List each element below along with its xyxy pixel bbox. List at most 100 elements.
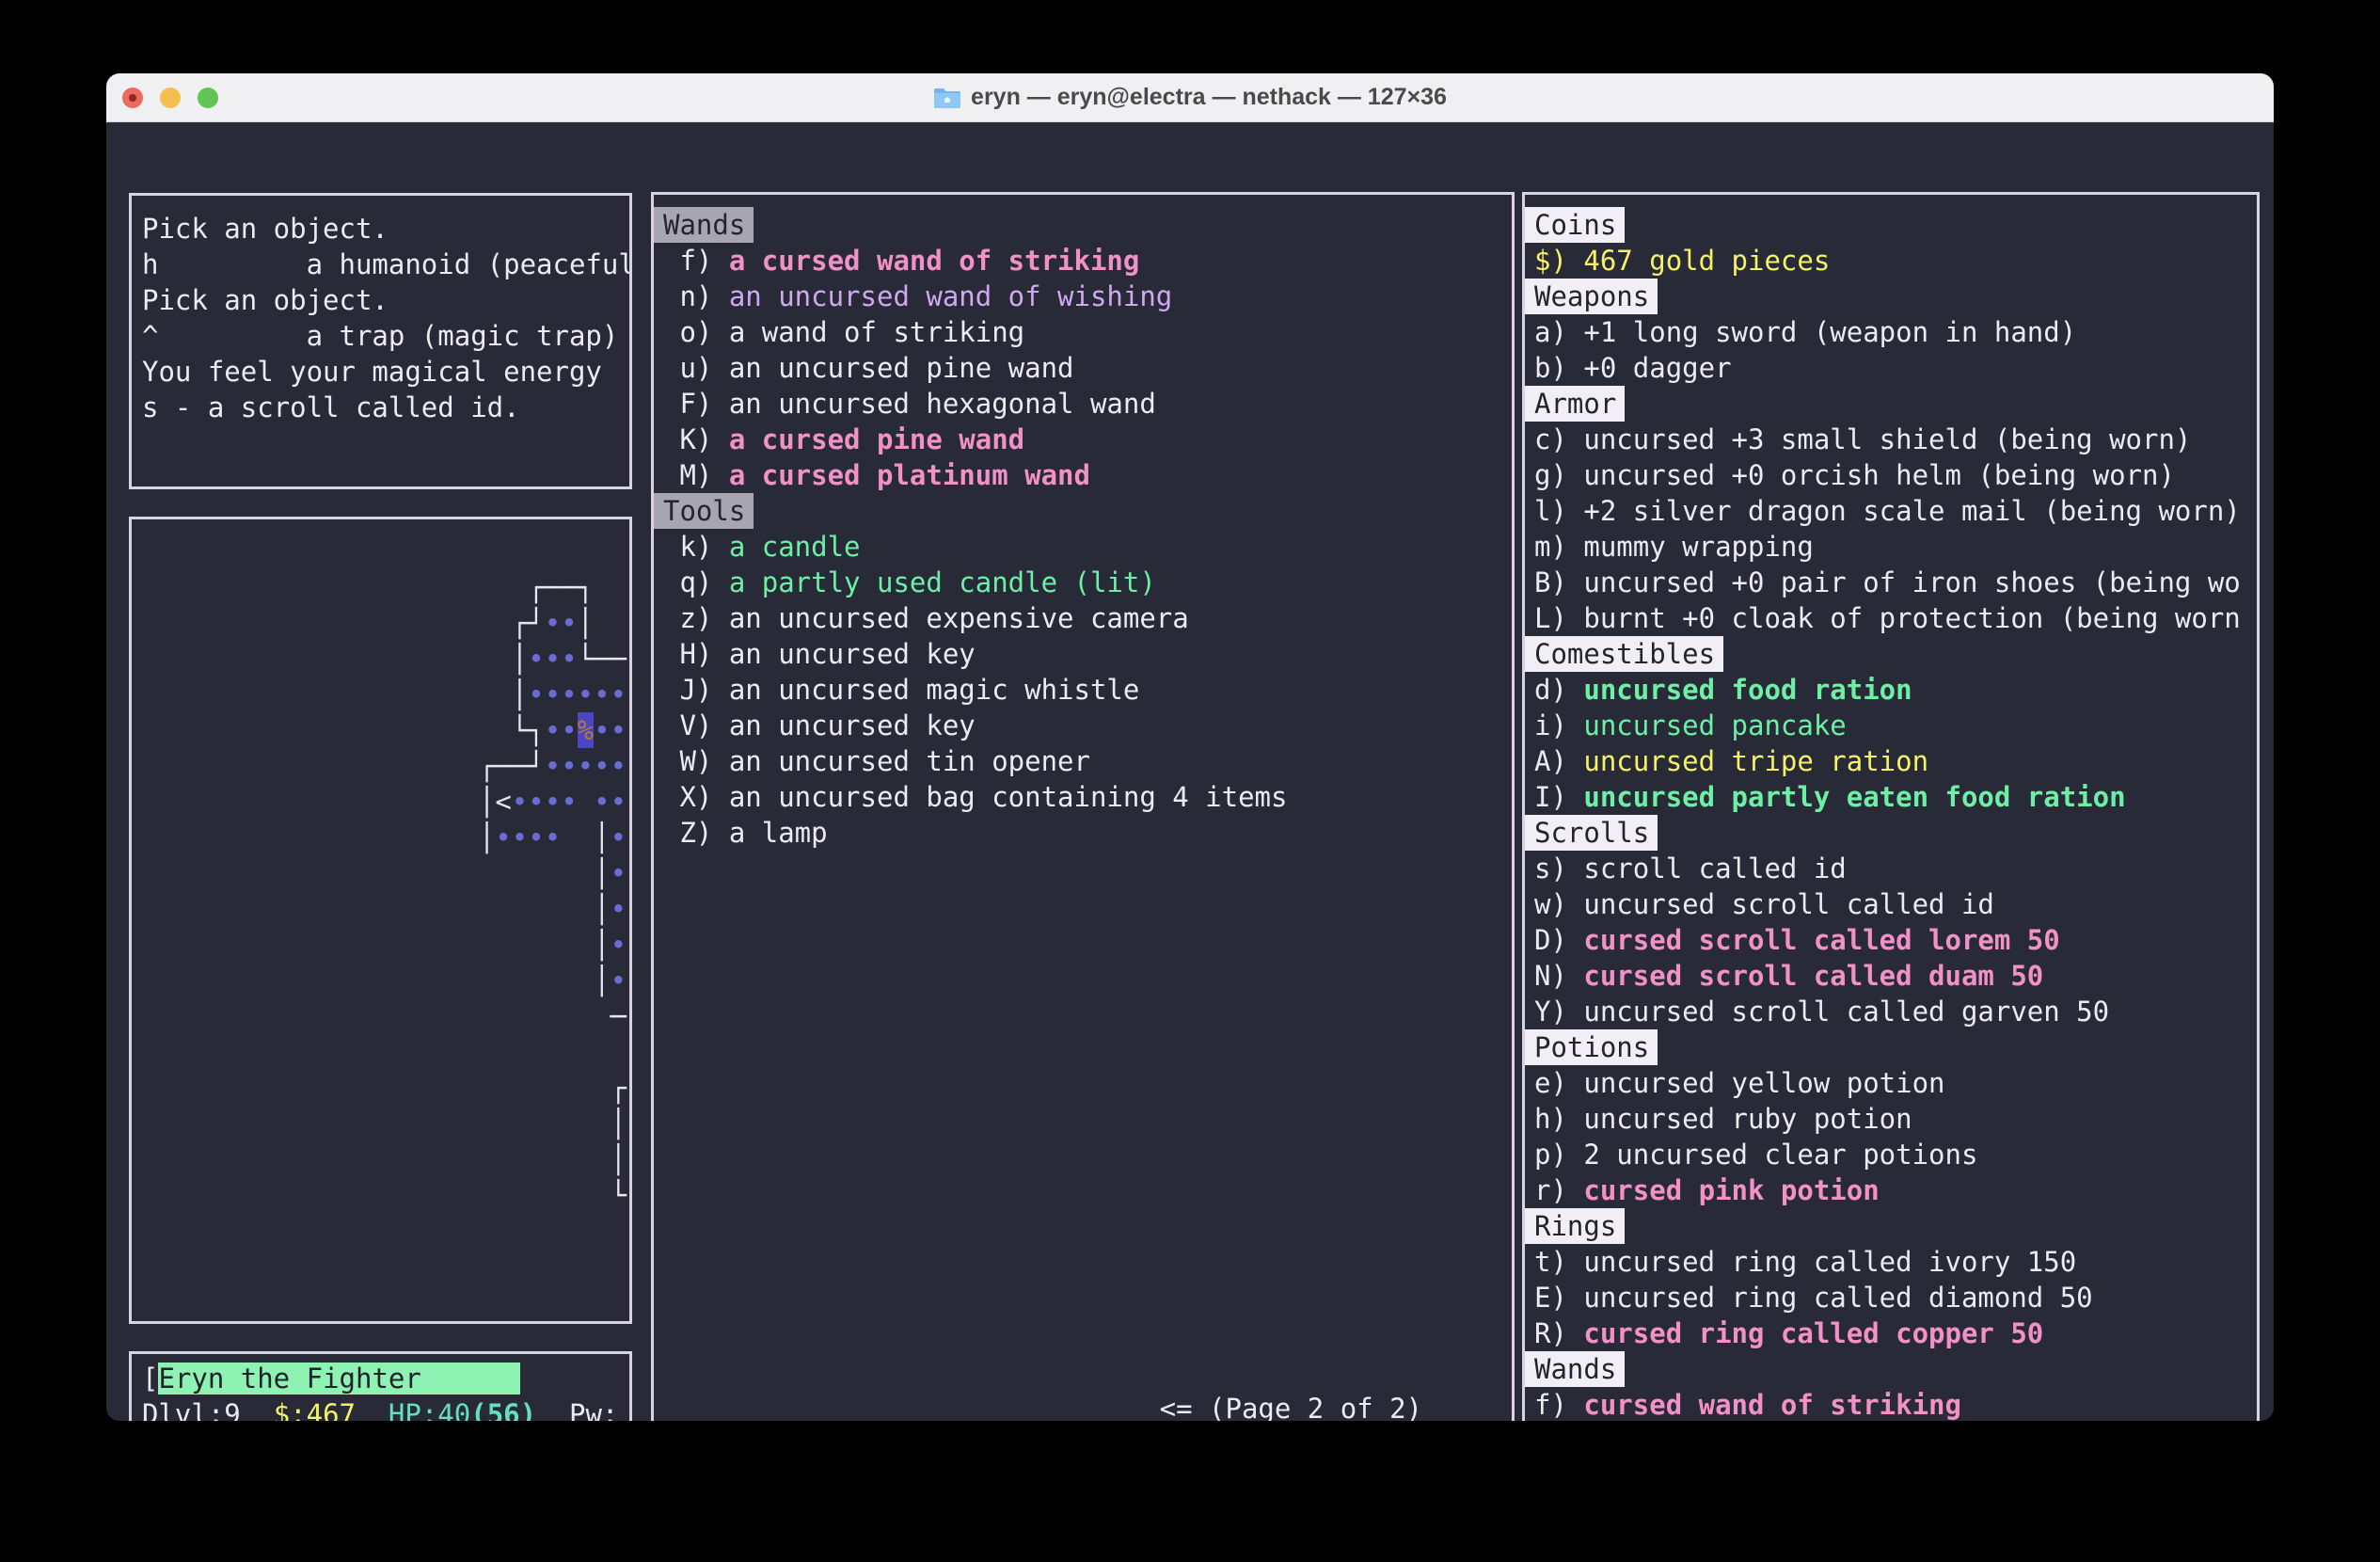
wall-segment: ┌ bbox=[611, 1072, 627, 1104]
folder-icon bbox=[933, 87, 961, 109]
inventory-item: m) mummy wrapping bbox=[1534, 529, 2257, 565]
floor-dot: • bbox=[545, 821, 561, 853]
message-line: ^ a trap (magic trap) bbox=[142, 318, 629, 354]
wall-segment: ─ bbox=[495, 750, 511, 782]
message-line: You feel your magical energy bbox=[142, 354, 629, 390]
item-description: uncursed ring called diamond 50 bbox=[1583, 1282, 2092, 1314]
inventory-item: f) cursed wand of striking bbox=[1534, 1387, 2257, 1421]
category-header-label: Comestibles bbox=[1525, 636, 1723, 672]
item-letter: e) bbox=[1534, 1067, 1583, 1099]
status-field: Pw: bbox=[569, 1398, 618, 1421]
floor-dot: • bbox=[561, 786, 577, 818]
wall-segment: ─ bbox=[594, 643, 610, 675]
wall-segment: │ bbox=[611, 1108, 627, 1140]
category-header-label: Armor bbox=[1525, 386, 1625, 422]
wall-segment: │ bbox=[594, 929, 610, 961]
inventory-item: I) uncursed partly eaten food ration bbox=[1534, 779, 2257, 815]
item-letter: n) bbox=[663, 280, 729, 312]
wall-segment: │ bbox=[594, 893, 610, 925]
floor-dot: • bbox=[611, 678, 627, 710]
item-description: cursed pink potion bbox=[1583, 1174, 1879, 1206]
category-header-label: Tools bbox=[654, 493, 754, 529]
wall-segment: ┐ bbox=[578, 571, 594, 603]
floor-dot: • bbox=[611, 857, 627, 889]
item-description: 2 uncursed clear potions bbox=[1583, 1139, 1977, 1171]
item-description: a wand of striking bbox=[729, 316, 1024, 348]
map-row: │• bbox=[134, 855, 629, 891]
map-row: ┌──┘••••• bbox=[134, 748, 629, 784]
minimize-button[interactable] bbox=[160, 88, 181, 108]
item-description: uncursed +0 orcish helm (being worn) bbox=[1583, 459, 2175, 491]
inventory-item: i) uncursed pancake bbox=[1534, 708, 2257, 743]
floor-dot: • bbox=[561, 750, 577, 782]
item-letter: h) bbox=[1534, 1103, 1583, 1135]
item-letter: a) bbox=[1534, 316, 1583, 348]
map-row: ┌ bbox=[134, 1070, 629, 1106]
map-row: └ bbox=[134, 1177, 629, 1213]
item-letter: Y) bbox=[1534, 996, 1583, 1028]
menu-item: f) a cursed wand of striking bbox=[663, 243, 1512, 279]
inventory-item: Y) uncursed scroll called garven 50 bbox=[1534, 994, 2257, 1029]
wall-segment: │ bbox=[594, 821, 610, 853]
item-description: a lamp bbox=[729, 817, 828, 849]
map-row: │•••••• bbox=[134, 677, 629, 712]
floor-dot: • bbox=[561, 643, 577, 675]
message-line: s - a scroll called id. bbox=[142, 390, 629, 425]
message-line: Pick an object. bbox=[142, 211, 629, 247]
close-button[interactable] bbox=[122, 88, 143, 108]
item-letter: D) bbox=[1534, 924, 1583, 956]
floor-dot: • bbox=[594, 786, 610, 818]
item-description: an uncursed bag containing 4 items bbox=[729, 781, 1288, 813]
status-field: Dlvl:9 bbox=[142, 1398, 241, 1421]
inventory-item: r) cursed pink potion bbox=[1534, 1172, 2257, 1208]
floor-dot: • bbox=[495, 821, 511, 853]
map-row: │•••• │• bbox=[134, 820, 629, 855]
inventory-item: A) uncursed tripe ration bbox=[1534, 743, 2257, 779]
map-row: │•••└── bbox=[134, 641, 629, 677]
item-letter: w) bbox=[1534, 888, 1583, 920]
inventory-item: c) uncursed +3 small shield (being worn) bbox=[1534, 422, 2257, 457]
wall-segment: │ bbox=[594, 857, 610, 889]
menu-item: F) an uncursed hexagonal wand bbox=[663, 386, 1512, 422]
menu-item: z) an uncursed expensive camera bbox=[663, 600, 1512, 636]
category-header: Potions bbox=[1534, 1029, 2257, 1065]
stairs-up: < bbox=[495, 786, 511, 818]
inventory-item: h) uncursed ruby potion bbox=[1534, 1101, 2257, 1137]
category-header: Wands bbox=[663, 207, 1512, 243]
item-description: cursed scroll called lorem 50 bbox=[1583, 924, 2059, 956]
wall-segment: ─ bbox=[512, 750, 528, 782]
category-header-label: Wands bbox=[654, 207, 754, 243]
wall-segment: └ bbox=[578, 643, 594, 675]
window-title: eryn — eryn@electra — nethack — 127×36 bbox=[971, 84, 1447, 111]
menu-item: k) a candle bbox=[663, 529, 1512, 565]
item-description: scroll called id bbox=[1583, 853, 1846, 885]
item-description: 467 gold pieces bbox=[1583, 245, 1830, 277]
wall-segment: └ bbox=[611, 1179, 627, 1211]
floor-dot: • bbox=[611, 714, 627, 746]
floor-dot: • bbox=[561, 678, 577, 710]
item-letter: H) bbox=[663, 638, 729, 670]
item-letter: B) bbox=[1534, 566, 1583, 598]
inventory-item: R) cursed ring called copper 50 bbox=[1534, 1315, 2257, 1351]
item-description: +0 dagger bbox=[1583, 352, 1731, 384]
screen: { "window": { "title": "eryn — eryn@elec… bbox=[0, 0, 2380, 1562]
item-letter: W) bbox=[663, 745, 729, 777]
item-letter: I) bbox=[1534, 781, 1583, 813]
wall-segment: │ bbox=[512, 643, 528, 675]
category-header-label: Rings bbox=[1525, 1208, 1625, 1244]
inventory-item: D) cursed scroll called lorem 50 bbox=[1534, 922, 2257, 958]
menu-item: W) an uncursed tin opener bbox=[663, 743, 1512, 779]
wall-segment: │ bbox=[512, 678, 528, 710]
item-letter: N) bbox=[1534, 960, 1583, 992]
menu-item: X) an uncursed bag containing 4 items bbox=[663, 779, 1512, 815]
item-letter: F) bbox=[663, 388, 729, 420]
zoom-button[interactable] bbox=[198, 88, 218, 108]
item-letter: u) bbox=[663, 352, 729, 384]
item-letter: q) bbox=[663, 566, 729, 598]
item-letter: l) bbox=[1534, 495, 1583, 527]
inventory-item: E) uncursed ring called diamond 50 bbox=[1534, 1280, 2257, 1315]
inventory-items: Coins$) 467 gold piecesWeaponsa) +1 long… bbox=[1525, 195, 2257, 1421]
item-letter: f) bbox=[1534, 1389, 1583, 1421]
item-description: uncursed +3 small shield (being worn) bbox=[1583, 423, 2191, 455]
map-row: │• bbox=[134, 891, 629, 927]
